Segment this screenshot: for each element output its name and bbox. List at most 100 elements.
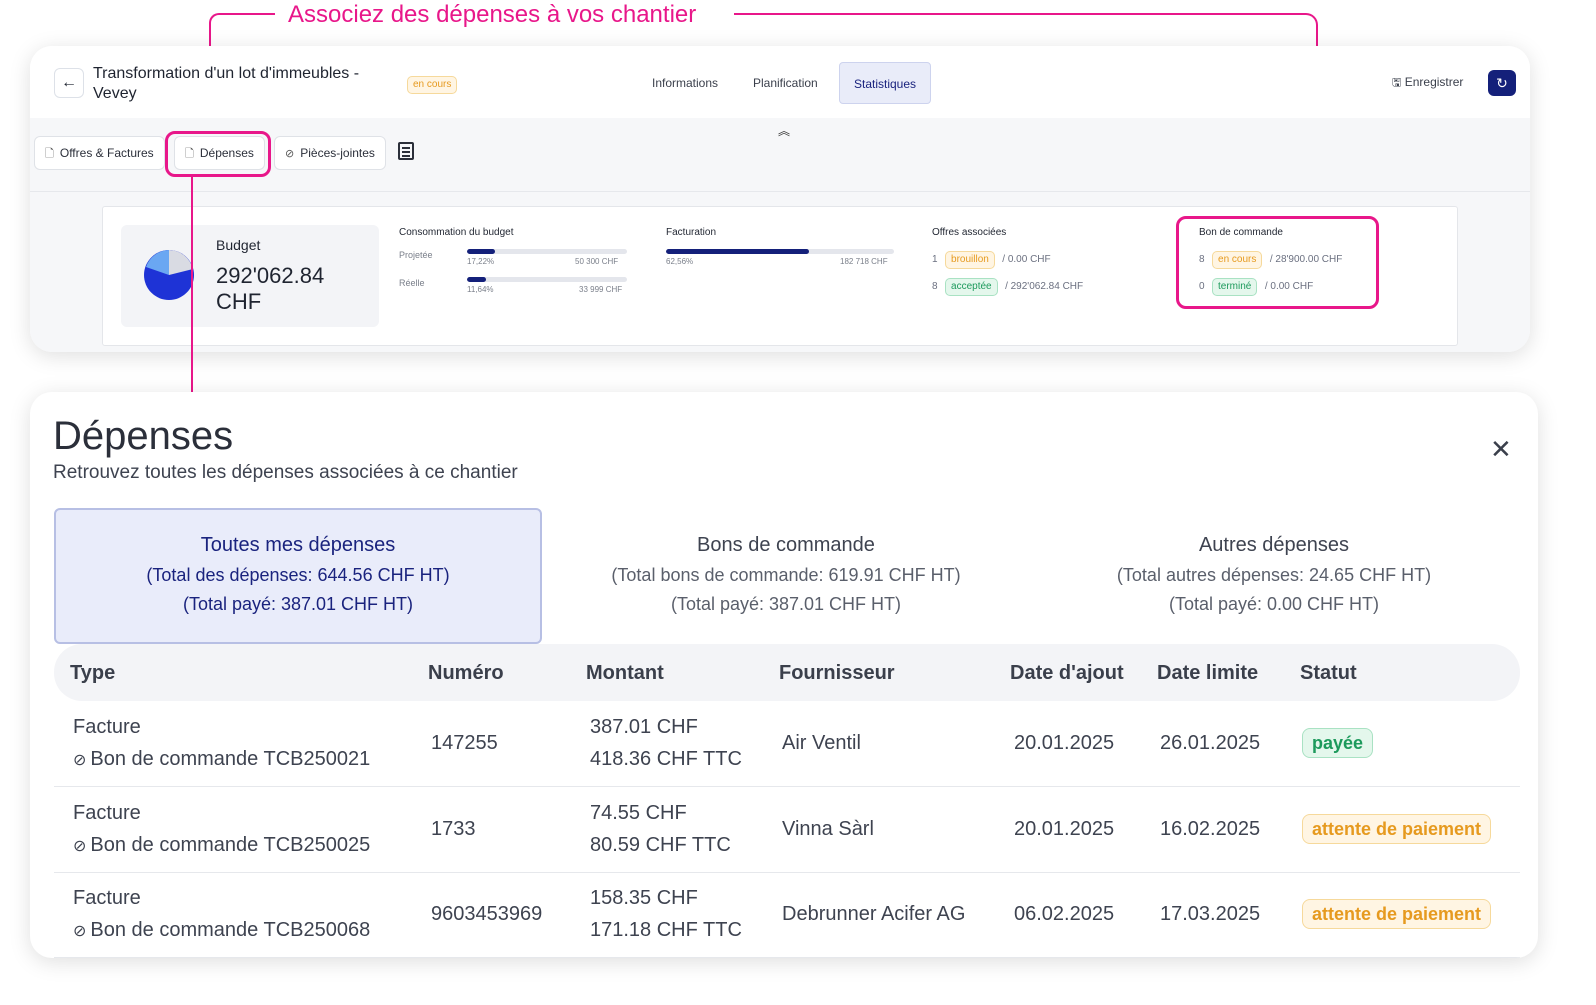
progress-fill <box>467 249 495 254</box>
tab-other-expenses[interactable]: Autres dépenses (Total autres dépenses: … <box>1030 508 1518 644</box>
offers-row-accepted: 8 acceptée / 292'062.84 CHF <box>932 276 1083 296</box>
row-date-added: 20.01.2025 <box>1014 732 1115 754</box>
project-header: ← Transformation d'un lot d'immeubles - … <box>30 46 1530 118</box>
progress-fill <box>666 249 809 254</box>
row-amount-cell: 158.35 CHF 171.18 CHF TTC <box>590 882 742 946</box>
row-date-added: 20.01.2025 <box>1014 818 1115 840</box>
tab-statistiques[interactable]: Statistiques <box>839 62 932 104</box>
row-status: attente de paiement <box>1302 899 1492 929</box>
row-supplier: Air Ventil <box>782 732 861 754</box>
row-status: attente de paiement <box>1302 814 1492 844</box>
budget-value: 292'062.84 CHF <box>216 263 325 314</box>
tab-purchase-orders[interactable]: Bons de commande (Total bons de commande… <box>542 508 1030 644</box>
table-row[interactable]: Facture ⊘ Bon de commande TCB250025 1733 74.… <box>54 787 1520 873</box>
tab-purchase-orders-total: (Total bons de commande: 619.91 CHF HT) <box>611 565 961 585</box>
row-amount-cell: 387.01 CHF 418.36 CHF TTC <box>590 711 742 775</box>
offers-draft-count: 1 <box>932 254 938 265</box>
status-badge: attente de paiement <box>1302 899 1492 929</box>
column-header-supplier[interactable]: Fournisseur <box>779 662 895 685</box>
status-badge: payée <box>1302 728 1374 758</box>
row-type-cell: Facture ⊘ Bon de commande TCB250025 <box>73 797 370 863</box>
row-number: 9603453969 <box>431 903 543 925</box>
row-linked-order-label: Bon de commande TCB250025 <box>90 834 371 856</box>
column-header-date-added[interactable]: Date d'ajout <box>1010 662 1124 685</box>
progress-fill <box>467 277 486 282</box>
consumption-real-amount: 33 999 CHF <box>579 285 623 294</box>
column-header-status[interactable]: Statut <box>1300 662 1357 685</box>
tab-other-expenses-title: Autres dépenses <box>1198 534 1350 556</box>
row-status: payée <box>1302 728 1374 758</box>
tab-other-expenses-paid: (Total payé: 0.00 CHF HT) <box>1168 594 1380 614</box>
row-type-cell: Facture ⊘ Bon de commande TCB250068 <box>73 882 370 948</box>
close-icon[interactable]: ✕ <box>1490 436 1512 462</box>
row-date-added: 06.02.2025 <box>1014 903 1115 925</box>
row-amount-ttc: 171.18 CHF TTC <box>590 919 742 941</box>
row-due-date: 26.01.2025 <box>1160 732 1261 754</box>
expenses-title: Dépenses <box>53 414 234 458</box>
list-document-icon[interactable] <box>398 142 414 160</box>
tab-planification[interactable]: Planification <box>739 62 832 104</box>
consumption-real-bar <box>467 277 627 282</box>
refresh-icon: ↻ <box>1496 75 1508 91</box>
offers-title: Offres associées <box>932 227 1007 238</box>
tab-all-expenses-total: (Total des dépenses: 644.56 CHF HT) <box>146 565 450 585</box>
offers-invoices-button[interactable]: 🗋 Offres & Factures <box>34 136 165 170</box>
billing-title: Facturation <box>666 227 717 238</box>
column-header-type[interactable]: Type <box>70 662 115 685</box>
paperclip-icon: ⊘ <box>285 148 295 160</box>
row-due-date: 17.03.2025 <box>1160 903 1261 925</box>
back-button[interactable]: ← <box>54 68 84 98</box>
tab-all-expenses-title: Toutes mes dépenses <box>200 534 396 556</box>
chevrons-up-icon[interactable]: ︽ <box>778 122 790 139</box>
tab-purchase-orders-paid: (Total payé: 387.01 CHF HT) <box>670 594 902 614</box>
tab-purchase-orders-title: Bons de commande <box>697 534 875 556</box>
column-header-due-date[interactable]: Date limite <box>1157 662 1258 685</box>
row-supplier: Debrunner Acifer AG <box>782 903 966 925</box>
project-status-badge: en cours <box>407 74 458 94</box>
callout-arrow-line <box>191 177 193 407</box>
callout-text: Associez des dépenses à vos chantier <box>288 1 697 28</box>
consumption-title: Consommation du budget <box>399 227 514 238</box>
consumption-projected-percent: 17,22% <box>467 257 495 266</box>
row-supplier: Vinna Sàrl <box>782 818 874 840</box>
budget-label: Budget <box>216 237 261 253</box>
refresh-button[interactable]: ↻ <box>1488 70 1516 96</box>
tab-all-expenses[interactable]: Toutes mes dépenses (Total des dépenses:… <box>54 508 542 644</box>
row-number: 1733 <box>431 818 476 840</box>
attachments-button[interactable]: ⊘ Pièces-jointes <box>274 136 386 170</box>
budget-pie-chart <box>144 250 194 300</box>
offers-draft-badge: brouillon <box>945 251 995 269</box>
column-header-amount[interactable]: Montant <box>586 662 664 685</box>
consumption-real-label: Réelle <box>399 278 425 288</box>
row-amount-ht: 74.55 CHF <box>590 802 687 824</box>
offers-accepted-amount: / 292'062.84 CHF <box>1005 281 1084 292</box>
save-button[interactable]: 🖫 Enregistrer <box>1392 74 1463 93</box>
row-linked-order-label: Bon de commande TCB250021 <box>90 748 371 770</box>
row-amount-ttc: 80.59 CHF TTC <box>590 834 731 856</box>
tab-all-expenses-paid: (Total payé: 387.01 CHF HT) <box>182 594 414 614</box>
callout-highlight-expenses <box>165 131 271 177</box>
status-badge: en cours <box>407 76 458 94</box>
column-header-number[interactable]: Numéro <box>428 662 504 685</box>
row-linked-order[interactable]: ⊘ Bon de commande TCB250025 <box>73 829 370 863</box>
offers-row-draft: 1 brouillon / 0.00 CHF <box>932 249 1051 269</box>
table-header: Type Numéro Montant Fournisseur Date d'a… <box>54 644 1520 701</box>
consumption-real-percent: 11,64% <box>467 285 494 294</box>
billing-bar <box>666 249 894 254</box>
offers-accepted-count: 8 <box>932 281 938 292</box>
row-linked-order[interactable]: ⊘ Bon de commande TCB250021 <box>73 743 370 777</box>
table-row[interactable]: Facture ⊘ Bon de commande TCB250021 147255 3… <box>54 701 1520 787</box>
row-type-cell: Facture ⊘ Bon de commande TCB250021 <box>73 711 370 777</box>
billing-percent: 62,56% <box>666 257 694 266</box>
consumption-projected-bar <box>467 249 627 254</box>
tab-informations[interactable]: Informations <box>638 62 732 104</box>
row-linked-order[interactable]: ⊘ Bon de commande TCB250068 <box>73 914 370 948</box>
row-type: Facture <box>73 802 141 824</box>
arrow-left-icon: ← <box>61 74 77 91</box>
budget-box: Budget 292'062.84 CHF <box>121 225 379 327</box>
callout-highlight-purchase-orders <box>1176 216 1379 309</box>
table-row[interactable]: Facture ⊘ Bon de commande TCB250068 9603453… <box>54 872 1520 958</box>
consumption-projected-label: Projetée <box>399 250 433 260</box>
link-icon: ⊘ <box>73 838 87 855</box>
link-icon: ⊘ <box>73 752 87 769</box>
